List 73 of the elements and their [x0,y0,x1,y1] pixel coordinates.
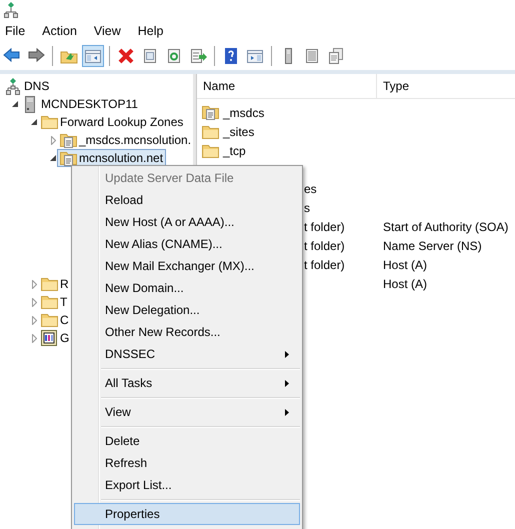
record-name: _tcp [223,144,246,158]
action-pane-icon [246,47,264,65]
app-icon [4,2,18,18]
collapse-arrow-icon[interactable] [50,155,56,161]
menu-item[interactable]: Help [128,24,172,38]
record-name: s [304,200,310,214]
folder-icon [202,124,219,138]
toolbar-button[interactable] [82,45,104,67]
delete-icon [117,47,135,65]
export-list-icon [189,47,207,65]
record-name: _msdcs [223,106,264,120]
tree-item[interactable]: Forward Lookup Zones [38,113,186,131]
context-menu-item[interactable]: Reload [74,189,300,211]
refresh-icon [165,47,183,65]
folder-icon [40,277,58,291]
menu-item[interactable]: Action [33,24,85,38]
context-menu-item[interactable]: New Host (A or AAAA)... [74,211,300,233]
tree-item[interactable]: MCNDESKTOP11 [19,95,141,113]
record-type: Host (A) [382,276,428,290]
menu-item[interactable]: File [0,24,34,38]
tree-item[interactable]: T [38,293,70,311]
record-type: Name Server (NS) [382,238,482,252]
context-menu-item[interactable]: New Domain... [74,277,300,299]
context-menu-item[interactable]: Delete [74,430,300,452]
tree-item[interactable]: DNS [2,77,52,95]
list-icon [303,47,321,65]
expand-arrow-icon[interactable] [32,280,36,288]
record-name: _sites [223,124,254,138]
context-menu-item[interactable]: Refresh [74,452,300,474]
collapse-arrow-icon[interactable] [12,101,18,107]
zone-folder-icon [202,105,219,120]
context-menu-item[interactable]: Export List... [74,474,300,496]
record-type: Host (A) [382,258,428,272]
folder-icon [40,313,58,327]
context-menu-item[interactable]: View [74,401,300,423]
tree-item[interactable]: mcnsolution.net [57,149,166,167]
console-tree-icon [84,47,102,65]
record-name: es [304,182,317,196]
folder-icon [40,295,58,309]
context-menu-item[interactable]: All Tasks [74,372,300,394]
context-menu-item[interactable]: DNSSEC [74,343,300,365]
network-icon [6,78,20,94]
record-name: t folder) [304,238,345,252]
zone-folder-icon [60,132,76,148]
context-menu-item[interactable]: Properties [74,503,300,525]
folder-icon [40,115,58,129]
expand-arrow-icon[interactable] [32,298,36,306]
column-header[interactable]: Type [377,79,410,93]
record-type: Start of Authority (SOA) [382,220,508,234]
expand-arrow-icon[interactable] [50,136,56,144]
column-header[interactable]: Name [197,74,377,98]
folder-icon [202,144,219,158]
tree-item[interactable]: C [38,311,72,329]
context-menu-item[interactable]: New Delegation... [74,299,300,321]
record-name: t folder) [304,220,345,234]
expand-arrow-icon[interactable] [32,334,36,342]
policy-icon [41,330,57,346]
copy-icon [327,47,345,65]
expand-arrow-icon[interactable] [32,316,36,324]
forward-arrow-icon [27,47,45,65]
tree-item[interactable]: _msdcs.mcnsolution. [57,131,193,149]
properties-icon [141,47,159,65]
tree-item[interactable]: G [38,329,72,347]
context-menu-item[interactable]: New Mail Exchanger (MX)... [74,255,300,277]
help-icon [222,47,240,65]
tree-item[interactable]: R [38,275,72,293]
collapse-arrow-icon[interactable] [31,119,37,125]
menu-item[interactable]: View [84,24,129,38]
server-icon [25,96,35,112]
context-menu-item[interactable]: New Alias (CNAME)... [74,233,300,255]
context-menu-item[interactable]: Other New Records... [74,321,300,343]
back-arrow-icon [3,47,21,65]
record-name: t folder) [304,258,345,272]
